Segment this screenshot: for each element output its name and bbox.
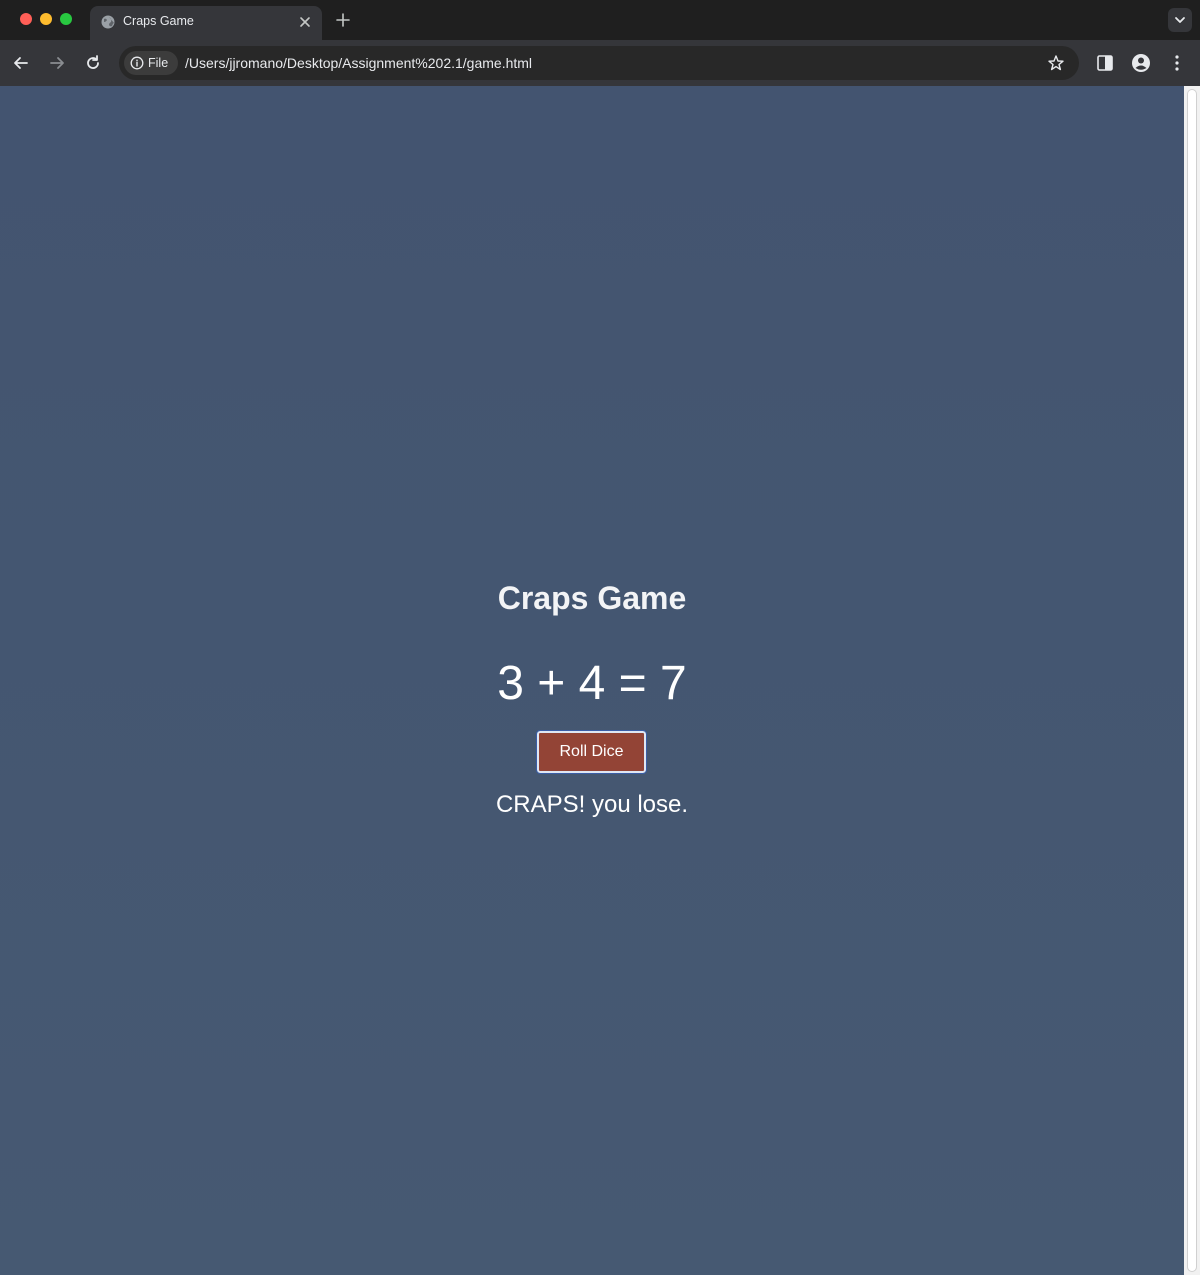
roll-dice-button[interactable]: Roll Dice [536,730,647,774]
scrollbar-thumb[interactable] [1188,90,1196,1271]
forward-button[interactable] [44,50,70,76]
close-icon[interactable] [296,13,314,31]
back-arrow-icon [14,57,28,69]
globe-icon [100,14,116,30]
tab-title: Craps Game [123,14,194,28]
address-bar[interactable]: File /Users/jjromano/Desktop/Assignment%… [119,46,1079,80]
tab-search-button[interactable] [1168,8,1192,32]
page-content: Craps Game 3 + 4 = 7 Roll Dice CRAPS! yo… [0,86,1184,1275]
plus-icon[interactable] [332,9,354,31]
toolbar: File /Users/jjromano/Desktop/Assignment%… [0,40,1200,86]
info-icon [130,56,144,70]
back-button[interactable] [8,50,34,76]
minimize-window-button[interactable] [40,13,52,25]
profile-icon[interactable] [1130,52,1152,74]
chip-label: File [148,56,169,70]
dice-result: 3 + 4 = 7 [497,657,687,710]
browser-window: Craps Game File /Users/jjromano/Desktop/… [0,0,1200,1275]
more-vert-icon[interactable] [1166,52,1188,74]
chevron-down-icon [1175,17,1185,23]
result-message: CRAPS! you lose. [495,791,689,818]
scrollbar[interactable] [1184,86,1200,1275]
maximize-window-button[interactable] [60,13,72,25]
tab-strip: Craps Game [0,0,1200,40]
page-title: Craps Game [497,580,687,616]
tab-craps-game[interactable]: Craps Game [90,6,322,40]
site-info-chip[interactable]: File [124,51,178,75]
close-window-button[interactable] [20,13,32,25]
reload-icon [87,55,99,69]
reload-button[interactable] [80,50,106,76]
forward-arrow-icon [50,57,64,69]
side-panel-icon[interactable] [1094,52,1116,74]
url-text[interactable]: /Users/jjromano/Desktop/Assignment%202.1… [185,55,532,71]
star-icon[interactable] [1047,54,1065,72]
